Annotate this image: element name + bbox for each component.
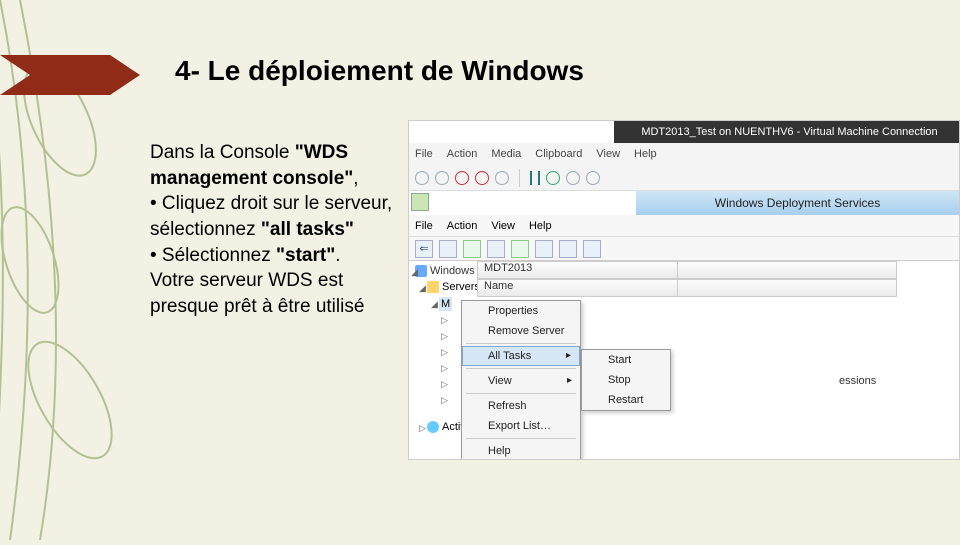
tree-expand-icon[interactable]: ▷ [441, 347, 448, 358]
vm-start-icon[interactable] [546, 171, 560, 185]
tree-expand-icon[interactable]: ▷ [441, 395, 448, 406]
ctx-separator [466, 343, 576, 344]
tree-server-label: M [441, 298, 450, 310]
bullet1-post-pre: sélectionnez [150, 219, 261, 240]
vm-toolbar-separator [519, 169, 520, 187]
context-menu-server: Properties Remove Server All Tasks View … [461, 300, 581, 460]
tree-collapse-icon[interactable]: ◢ [431, 299, 438, 310]
wds-toolbar [409, 237, 960, 261]
tree-expand-icon[interactable]: ▷ [441, 331, 448, 342]
ctx-properties[interactable]: Properties [462, 301, 580, 321]
vm-checkpoint-icon[interactable] [566, 171, 580, 185]
toolbar-button[interactable] [487, 240, 505, 258]
context-submenu-alltasks: Start Stop Restart [581, 349, 671, 411]
wds-app-icon [411, 193, 429, 211]
wds-menu-action[interactable]: Action [447, 220, 478, 232]
tree-collapse-icon[interactable]: ◢ [419, 283, 426, 294]
vm-pause-icon[interactable] [530, 171, 532, 185]
vm-poweroff-icon[interactable] [455, 171, 469, 185]
toolbar-button[interactable] [535, 240, 553, 258]
ctx-separator [466, 438, 576, 439]
forward-button[interactable] [439, 240, 457, 258]
wds-title-text: Windows Deployment Services [715, 196, 880, 210]
vm-ctl-icon[interactable] [415, 171, 429, 185]
vm-shutdown-icon[interactable] [475, 171, 489, 185]
right-pane-partial: essions [839, 375, 876, 387]
body-after1: , [353, 168, 358, 189]
bullet2-bold: "start" [276, 245, 335, 266]
ctx-stop[interactable]: Stop [582, 370, 670, 390]
wds-menu-view[interactable]: View [491, 220, 515, 232]
tree-expand-icon[interactable]: ▷ [419, 423, 426, 434]
content-header: MDT2013 [477, 261, 897, 279]
bullet2-after: . [335, 245, 340, 266]
vm-titlebar: MDT2013_Test on NUENTHV6 - Virtual Machi… [614, 121, 959, 143]
slide-title: 4- Le déploiement de Windows [175, 55, 584, 87]
wds-menu-help[interactable]: Help [529, 220, 552, 232]
vm-save-icon[interactable] [495, 171, 509, 185]
screenshot-panel: MDT2013_Test on NUENTHV6 - Virtual Machi… [408, 120, 960, 460]
tree-collapse-icon[interactable]: ◢ [411, 267, 418, 278]
tree-expand-icon[interactable]: ▷ [441, 315, 448, 326]
right-pane-text: essions [839, 375, 876, 387]
vm-title-text: MDT2013_Test on NUENTHV6 - Virtual Machi… [620, 126, 959, 138]
content-header-tab[interactable]: MDT2013 [478, 262, 678, 278]
tree-servers-label: Servers [442, 281, 480, 293]
content-col-name[interactable]: Name [478, 280, 678, 296]
tree-servers[interactable]: Servers [427, 281, 480, 293]
vm-menu-action[interactable]: Action [447, 148, 478, 160]
body-tail: Votre serveur WDS est presque prêt à êtr… [150, 270, 364, 317]
vm-revert-icon[interactable] [586, 171, 600, 185]
tree-server-selected[interactable]: M [439, 297, 452, 311]
bullet1: • Cliquez droit sur le serveur, [150, 193, 392, 214]
bullet2-pre: • Sélectionnez [150, 245, 276, 266]
ctx-view[interactable]: View [462, 371, 580, 391]
ctx-restart[interactable]: Restart [582, 390, 670, 410]
toolbar-button[interactable] [583, 240, 601, 258]
content-columns: Name [477, 279, 897, 297]
vm-menu-view[interactable]: View [596, 148, 620, 160]
wds-menu-file[interactable]: File [415, 220, 433, 232]
ctx-export-list[interactable]: Export List… [462, 416, 580, 436]
vm-menu-media[interactable]: Media [491, 148, 521, 160]
ctx-refresh[interactable]: Refresh [462, 396, 580, 416]
vm-menu-help[interactable]: Help [634, 148, 657, 160]
toolbar-button[interactable] [463, 240, 481, 258]
ctx-separator [466, 368, 576, 369]
vm-menu-clipboard[interactable]: Clipboard [535, 148, 582, 160]
vm-pause-icon[interactable] [538, 171, 540, 185]
ctx-start[interactable]: Start [582, 350, 670, 370]
tree-expand-icon[interactable]: ▷ [441, 363, 448, 374]
vm-menubar: File Action Media Clipboard View Help [409, 143, 960, 165]
title-arrow-icon [0, 55, 140, 95]
back-button[interactable] [415, 240, 433, 258]
bullet1-bold: "all tasks" [261, 219, 354, 240]
vm-toolbar [409, 165, 960, 191]
ctx-remove-server[interactable]: Remove Server [462, 321, 580, 341]
vm-ctl-icon[interactable] [435, 171, 449, 185]
vm-menu-file[interactable]: File [415, 148, 433, 160]
ctx-help[interactable]: Help [462, 441, 580, 460]
ctx-separator [466, 393, 576, 394]
tree-expand-icon[interactable]: ▷ [441, 379, 448, 390]
slide-body: Dans la Console "WDS management console"… [150, 140, 410, 319]
help-button[interactable] [559, 240, 577, 258]
body-pre: Dans la Console [150, 142, 295, 163]
ctx-all-tasks[interactable]: All Tasks [462, 346, 580, 366]
wds-menubar: File Action View Help [409, 215, 960, 237]
toolbar-button[interactable] [511, 240, 529, 258]
wds-titlebar: Windows Deployment Services [636, 191, 959, 215]
